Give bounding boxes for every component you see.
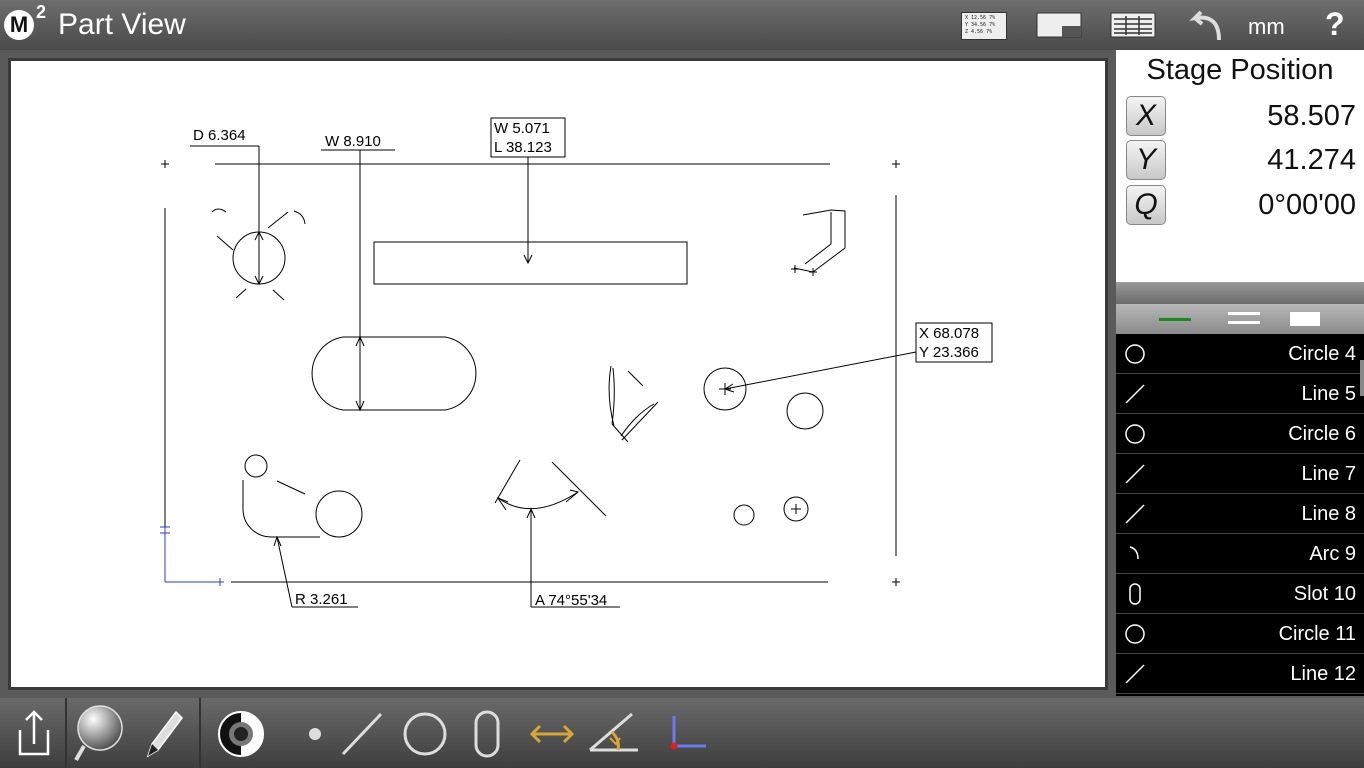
feature-list-item[interactable]: Circle 11: [1116, 614, 1364, 654]
line-tool-icon[interactable]: [340, 698, 384, 768]
angle-axis-value: 0°00'00: [1258, 189, 1356, 221]
pencil-icon[interactable]: [140, 698, 186, 768]
feature-label: Arc 9: [1309, 543, 1356, 565]
feature-list-toolbar: [1116, 304, 1364, 334]
app-logo-superscript: 2: [36, 2, 47, 22]
circle-icon: [1125, 624, 1145, 644]
line-icon: [1125, 464, 1145, 484]
diameter-label[interactable]: D 6.364: [193, 127, 246, 144]
angle-arc: [497, 491, 579, 510]
feature-label: Circle 6: [1288, 423, 1356, 445]
coordinate-system-icon[interactable]: [662, 698, 710, 768]
feature-list-item[interactable]: Line 5: [1116, 374, 1364, 414]
feature-label: Line 5: [1301, 383, 1357, 405]
readout-line-x: X 12.56 7%: [965, 15, 996, 21]
stage-position-panel: Stage Position X 58.507 Y 41.274 Q 0°00'…: [1116, 50, 1364, 282]
magnifier-icon[interactable]: [72, 698, 128, 768]
feature-list-item[interactable]: Line 12: [1116, 654, 1364, 694]
toolbar-divider: [65, 698, 67, 768]
point-tool-icon[interactable]: [304, 698, 326, 768]
feature-list[interactable]: Circle 4 Line 5 Circle 6 Line 7 Line 8 A…: [1116, 334, 1364, 696]
origin-marker: [160, 526, 224, 586]
rect-length-text: L 38.123: [494, 139, 552, 156]
part-view-canvas[interactable]: D 6.364 W 8.910 W 5.071 L 38.123 X 68.07…: [8, 58, 1108, 690]
feature-label: Slot 10: [1293, 583, 1356, 605]
angle-label[interactable]: A 74°55'34: [535, 592, 607, 609]
feature-list-item[interactable]: Arc 9: [1116, 534, 1364, 574]
toolbar-divider: [199, 698, 201, 768]
circle-icon: [1125, 344, 1145, 364]
stage-title: Stage Position: [1146, 54, 1334, 86]
top-bar: M 2 Part View X 12.56 7% Y 34.56 7% Z 4.…: [0, 0, 1364, 50]
thumbnail-view-icon[interactable]: [1290, 312, 1320, 326]
slot-tool-icon[interactable]: [472, 698, 502, 768]
angle-axis-button[interactable]: Q: [1126, 185, 1166, 225]
rectangle-feature: [373, 241, 688, 285]
feature-label: Line 12: [1290, 663, 1356, 685]
arc-icon: [1129, 546, 1139, 560]
page-title: Part View: [58, 8, 186, 41]
rect-width-text: W 5.071: [494, 120, 550, 137]
circle-icon: [1125, 424, 1145, 444]
x-axis-value: 58.507: [1267, 100, 1356, 132]
slot-icon: [1129, 583, 1141, 605]
feature-label: Line 8: [1301, 503, 1357, 525]
circle-tool-icon[interactable]: [400, 698, 450, 768]
line-icon: [1125, 664, 1145, 684]
rect-dim-label[interactable]: W 5.071 L 38.123: [494, 119, 552, 157]
y-axis-value: 41.274: [1267, 144, 1356, 176]
feature-list-item[interactable]: Line 8: [1116, 494, 1364, 534]
feature-list-item[interactable]: Slot 10: [1116, 574, 1364, 614]
pos-x-text: X 68.078: [919, 325, 980, 342]
arc-feature: [242, 480, 320, 538]
readout-line-z: Z 4.56 7%: [965, 29, 993, 35]
window-layout-icon[interactable]: [1036, 12, 1082, 38]
circle-feature: [733, 504, 755, 526]
app-logo[interactable]: M: [4, 10, 34, 40]
feature-list-scrollbar[interactable]: [1360, 360, 1364, 396]
undo-icon[interactable]: [1185, 8, 1225, 42]
circle-feature: [315, 490, 363, 538]
width-label[interactable]: W 8.910: [325, 133, 381, 150]
light-control-icon[interactable]: [216, 698, 266, 768]
position-dim-label[interactable]: X 68.078 Y 23.366: [919, 324, 979, 362]
angle-tool-icon[interactable]: [586, 698, 642, 768]
x-axis-button[interactable]: X: [1126, 96, 1166, 136]
bottom-toolbar: [0, 698, 1364, 768]
feature-label: Line 7: [1301, 463, 1357, 485]
feature-label: Circle 4: [1288, 343, 1356, 365]
list-view-icon[interactable]: [1110, 12, 1156, 38]
dro-readout-icon[interactable]: X 12.56 7% Y 34.56 7% Z 4.56 7%: [961, 12, 1007, 40]
y-axis-button[interactable]: Y: [1126, 140, 1166, 180]
help-button[interactable]: ?: [1325, 6, 1345, 43]
double-line-view-icon[interactable]: [1228, 312, 1260, 326]
polyline-feature: [793, 209, 846, 273]
slot-feature: [311, 336, 477, 411]
single-line-view-icon[interactable]: [1159, 318, 1191, 321]
panel-separator: [1116, 282, 1364, 304]
export-icon[interactable]: [14, 698, 54, 768]
line-icon: [1125, 504, 1145, 524]
radius-label[interactable]: R 3.261: [295, 591, 348, 608]
circle-feature: [786, 392, 824, 430]
feature-list-item[interactable]: Line 7: [1116, 454, 1364, 494]
circle-feature: [244, 454, 268, 478]
units-toggle[interactable]: mm: [1248, 14, 1285, 40]
pos-y-text: Y 23.366: [919, 344, 979, 361]
feature-list-item[interactable]: Circle 6: [1116, 414, 1364, 454]
line-icon: [1125, 384, 1145, 404]
feature-label: Circle 11: [1278, 623, 1356, 645]
feature-list-item[interactable]: Circle 4: [1116, 334, 1364, 374]
distance-tool-icon[interactable]: [528, 698, 576, 768]
readout-line-y: Y 34.56 7%: [965, 22, 996, 28]
